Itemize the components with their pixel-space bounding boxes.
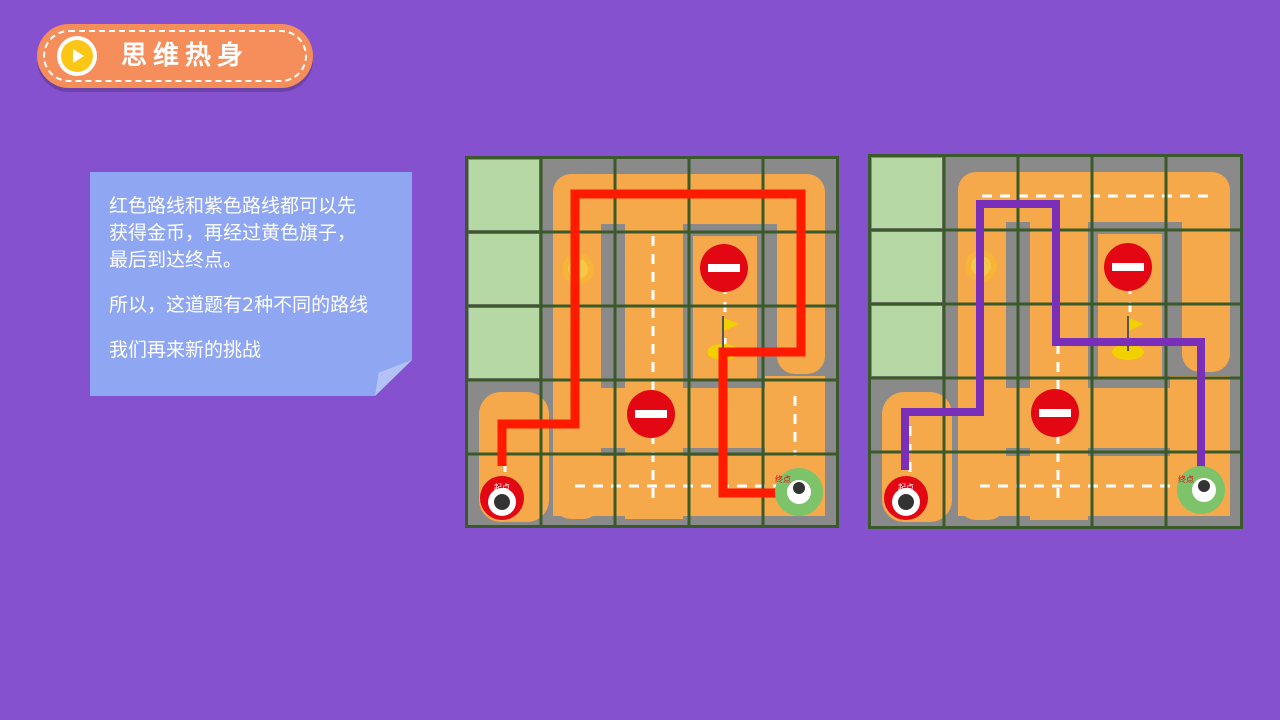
grass-cell bbox=[872, 158, 942, 228]
grass-cell bbox=[469, 160, 539, 230]
note-line: 红色路线和紫色路线都可以先 bbox=[109, 195, 357, 217]
note-line: 最后到达终点。 bbox=[109, 249, 243, 271]
note-line: 我们再来新的挑战 bbox=[109, 339, 262, 361]
finish-marker: 终点 bbox=[775, 468, 823, 516]
no-entry-icon bbox=[1104, 243, 1152, 291]
maze-board-red: 起点 终点 bbox=[465, 156, 839, 528]
section-header-pill: 思维热身 bbox=[37, 24, 313, 88]
start-marker: 起点 bbox=[884, 476, 928, 520]
start-marker: 起点 bbox=[480, 476, 524, 520]
finish-marker: 终点 bbox=[1177, 466, 1225, 514]
grass-cell bbox=[872, 232, 942, 302]
explanation-text: 红色路线和紫色路线都可以先 获得金币，再经过黄色旗子， 最后到达终点。 所以，这… bbox=[109, 193, 409, 364]
note-line: 所以，这道题有2种不同的路线 bbox=[109, 294, 369, 316]
note-line: 获得金币，再经过黄色旗子， bbox=[109, 222, 357, 244]
section-title: 思维热身 bbox=[121, 41, 250, 71]
no-entry-icon bbox=[1031, 389, 1079, 437]
grass-cell bbox=[469, 308, 539, 378]
maze-board-purple: 起点 终点 bbox=[868, 154, 1243, 529]
no-entry-icon bbox=[627, 390, 675, 438]
start-label: 起点 bbox=[494, 483, 510, 492]
finish-label: 终点 bbox=[775, 474, 791, 484]
grass-cell bbox=[872, 306, 942, 376]
grass-cell bbox=[469, 234, 539, 304]
play-icon[interactable] bbox=[57, 36, 97, 76]
finish-label: 终点 bbox=[1178, 474, 1194, 484]
start-label: 起点 bbox=[898, 483, 914, 492]
no-entry-icon bbox=[700, 244, 748, 292]
